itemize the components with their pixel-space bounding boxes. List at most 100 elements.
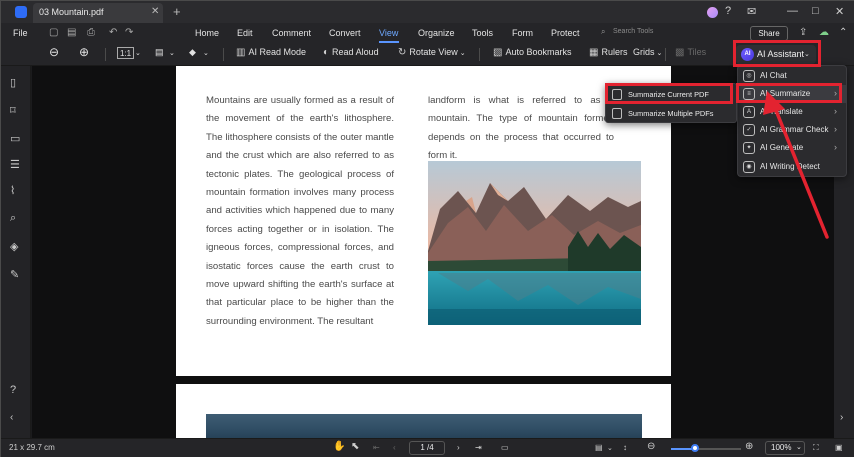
menu-file[interactable]: File — [13, 28, 28, 38]
page-layout-icon[interactable]: ▤ — [595, 443, 603, 452]
zoom-out-icon[interactable]: ⊖ — [49, 45, 59, 59]
help-icon[interactable]: ? — [725, 5, 731, 17]
collapse-ribbon-icon[interactable]: ⌃ — [839, 27, 847, 38]
document-tab[interactable]: 03 Mountain.pdf ✕ — [33, 3, 163, 23]
rotate-icon: ↻ — [398, 47, 407, 58]
menu-convert[interactable]: Convert — [329, 28, 361, 38]
page-size-label: 21 x 29.7 cm — [9, 443, 55, 452]
fields-icon[interactable]: ☰ — [10, 158, 20, 171]
background-color-icon[interactable]: ◆ — [189, 47, 196, 61]
toolbar-separator — [665, 48, 666, 61]
actual-size-button[interactable]: 1:1 — [117, 47, 135, 59]
folder-icon[interactable]: ▢ — [49, 27, 58, 38]
chevron-down-icon[interactable]: ⌄ — [607, 444, 613, 452]
toolbar-separator — [105, 48, 106, 61]
auto-bookmarks-button[interactable]: ▧ Auto Bookmarks — [493, 47, 571, 61]
collapse-left-icon[interactable]: ‹ — [10, 412, 13, 423]
ruler-icon: ▦ — [589, 47, 599, 58]
attachment-icon[interactable]: ⌇ — [10, 184, 15, 197]
zoom-level-select[interactable]: 100% ⌄ — [765, 441, 805, 455]
chat-icon: ◎ — [743, 70, 755, 82]
auto-bookmarks-label: Auto Bookmarks — [505, 47, 572, 57]
menu-protect[interactable]: Protect — [551, 28, 580, 38]
select-tool-icon[interactable]: ⬉ — [351, 441, 359, 452]
pdf-page — [176, 384, 671, 438]
menu-comment[interactable]: Comment — [272, 28, 311, 38]
minimize-button[interactable]: — — [787, 5, 798, 17]
help-icon[interactable]: ? — [10, 384, 16, 396]
rotate-view-label: Rotate View — [409, 47, 458, 57]
highlight-summarize-current-pdf — [605, 83, 733, 104]
detect-icon: ◉ — [743, 161, 755, 173]
fit-width-icon[interactable]: ↕ — [623, 443, 627, 452]
menu-form[interactable]: Form — [512, 28, 533, 38]
zoom-slider-handle[interactable] — [691, 444, 699, 452]
collapse-right-icon[interactable]: › — [840, 412, 843, 423]
chevron-down-icon[interactable]: ⌄ — [169, 49, 175, 63]
page-display-icon[interactable]: ▤ — [155, 47, 164, 61]
read-aloud-label: Read Aloud — [332, 47, 379, 57]
summarize-multiple-pdfs-label: Summarize Multiple PDFs — [628, 109, 714, 118]
signature-icon[interactable]: ✎ — [10, 268, 19, 281]
zoom-in-icon[interactable]: ⊕ — [79, 45, 89, 59]
rotate-view-button[interactable]: ↻ Rotate View ⌄ — [398, 47, 466, 61]
page-number-input[interactable]: 1 /4 — [409, 441, 445, 455]
bookmark-icon[interactable]: ⌑ — [10, 104, 16, 117]
message-icon[interactable]: ✉ — [747, 5, 756, 18]
next-page-icon[interactable]: › — [457, 443, 460, 452]
window-layout-icon[interactable]: ▣ — [835, 443, 843, 452]
hand-tool-icon[interactable]: ✋ — [333, 441, 345, 452]
read-aloud-button[interactable]: ◐ Read Aloud — [323, 47, 379, 61]
app-logo-icon — [15, 6, 27, 18]
title-bar: 03 Mountain.pdf ✕ + ? ✉ — □ ✕ — [1, 1, 854, 23]
new-tab-button[interactable]: + — [173, 4, 181, 19]
menu-edit[interactable]: Edit — [237, 28, 253, 38]
starry-sky-photo — [206, 414, 642, 438]
left-column-text: Mountains are usually formed as a result… — [206, 95, 394, 327]
close-window-button[interactable]: ✕ — [835, 5, 844, 18]
chevron-down-icon[interactable]: ⌄ — [135, 49, 141, 63]
cloud-sync-icon[interactable]: ☁ — [819, 27, 829, 38]
redo-icon[interactable]: ↷ — [125, 27, 133, 38]
save-icon[interactable]: ▤ — [67, 27, 76, 38]
chevron-down-icon[interactable]: ⌄ — [203, 49, 209, 63]
red-arrow-annotation — [763, 91, 829, 239]
grids-button[interactable]: Grids ⌄ — [633, 47, 662, 61]
ai-read-mode-button[interactable]: ▥ AI Read Mode — [236, 47, 306, 61]
upload-icon[interactable]: ⇪ — [799, 27, 807, 38]
layers-icon[interactable]: ◈ — [10, 240, 18, 253]
menu-home[interactable]: Home — [195, 28, 219, 38]
search-icon[interactable]: ⌕ — [10, 212, 16, 225]
tab-close-icon[interactable]: ✕ — [151, 6, 159, 17]
summarize-multiple-pdfs-item[interactable]: Summarize Multiple PDFs — [606, 104, 736, 123]
menu-organize[interactable]: Organize — [418, 28, 455, 38]
previous-page-icon[interactable]: ‹ — [393, 443, 396, 452]
menu-tools[interactable]: Tools — [472, 28, 493, 38]
mountain-lake-photo — [428, 161, 641, 325]
maximize-button[interactable]: □ — [812, 5, 819, 17]
avatar[interactable] — [707, 7, 718, 18]
view-toolbar: ⊖ ⊕ 1:1 ⌄ ▤ ⌄ ◆ ⌄ ▥ AI Read Mode ◐ Read Al… — [1, 43, 854, 66]
search-tools-input[interactable]: ⌕ Search Tools — [599, 26, 719, 40]
menu-view[interactable]: View — [379, 28, 398, 38]
print-icon[interactable]: ⎙ — [87, 27, 95, 38]
read-mode-icon: ▥ — [236, 47, 246, 58]
zoom-in-icon[interactable]: ⊕ — [745, 441, 753, 452]
speaker-icon: ◐ — [323, 47, 330, 58]
share-button[interactable]: Share — [750, 26, 788, 41]
zoom-out-icon[interactable]: ⊖ — [647, 441, 655, 452]
undo-icon[interactable]: ↶ — [109, 27, 117, 38]
fit-page-icon[interactable]: ▭ — [501, 443, 509, 452]
comment-icon[interactable]: ▭ — [10, 132, 20, 145]
fullscreen-icon[interactable]: ⛶ — [813, 443, 819, 453]
page-thumbnails-icon[interactable]: ▯ — [10, 76, 16, 89]
status-bar: 21 x 29.7 cm ✋ ⬉ ⇤ ‹ 1 /4 › ⇥ ▭ ▤ ⌄ ↕ ⊖ … — [1, 438, 854, 457]
generate-icon: ✦ — [743, 142, 755, 154]
last-page-icon[interactable]: ⇥ — [475, 443, 482, 452]
translate-icon: A — [743, 106, 755, 118]
tiles-button: ▩ Tiles — [675, 47, 706, 61]
menu-bar: File ▢ ▤ ⎙ ↶ ↷ Home Edit Comment Convert… — [1, 23, 854, 43]
first-page-icon[interactable]: ⇤ — [373, 443, 380, 452]
rulers-button[interactable]: ▦ Rulers — [589, 47, 627, 61]
toolbar-separator — [479, 48, 480, 61]
